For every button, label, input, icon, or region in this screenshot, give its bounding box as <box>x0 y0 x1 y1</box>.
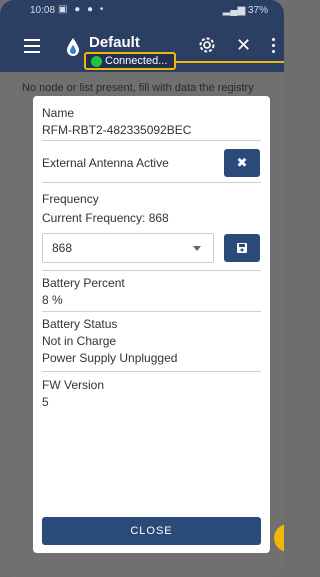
name-section: Name RFM-RBT2-482335092BEC <box>42 105 261 141</box>
chevron-down-icon <box>193 246 201 251</box>
current-frequency: Current Frequency: 868 <box>42 211 169 225</box>
gear-icon[interactable] <box>197 35 217 55</box>
fw-version-section: FW Version 5 <box>42 377 261 417</box>
frequency-select[interactable]: 868 <box>42 233 214 263</box>
save-icon <box>237 243 247 253</box>
power-supply-status: Power Supply Unplugged <box>42 351 178 365</box>
close-icon[interactable]: ✕ <box>236 35 251 56</box>
hamburger-menu-icon[interactable] <box>24 39 40 53</box>
notification-icons: ▣ ● ● • <box>58 4 106 15</box>
battery-percent-value: 8 % <box>42 293 63 307</box>
phone-screen: 10:08 ▣ ● ● • ▂▄▆ 37% Default Connected.… <box>0 0 284 577</box>
connection-status-badge[interactable]: Connected... <box>84 52 176 70</box>
connection-indicator-line <box>176 61 284 63</box>
app-title: Default <box>89 34 140 51</box>
close-button[interactable]: CLOSE <box>42 517 261 545</box>
battery-percent-status: 37% <box>247 5 268 16</box>
battery-status-section: Battery Status Not in Charge Power Suppl… <box>42 316 261 372</box>
status-time: 10:08 <box>30 5 56 16</box>
app-bar: Default Connected... ✕ <box>0 22 284 72</box>
antenna-toggle-button[interactable]: ✖ <box>224 149 260 177</box>
battery-charge-status: Not in Charge <box>42 334 117 348</box>
name-label: Name <box>42 106 75 120</box>
fw-version-label: FW Version <box>42 378 105 392</box>
signal-icon: ▂▄▆ <box>222 5 248 16</box>
status-bar: 10:08 ▣ ● ● • ▂▄▆ 37% <box>0 0 284 22</box>
battery-indicator: ▂▄▆ 37% <box>223 5 268 16</box>
name-value: RFM-RBT2-482335092BEC <box>42 123 192 137</box>
more-options-icon[interactable] <box>272 38 275 56</box>
battery-percent-section: Battery Percent 8 % <box>42 270 261 312</box>
frequency-select-value: 868 <box>52 241 73 255</box>
save-frequency-button[interactable] <box>224 234 260 262</box>
connection-status-text: Connected... <box>105 55 168 67</box>
water-drop-icon <box>67 38 79 56</box>
battery-status-label: Battery Status <box>42 317 118 331</box>
node-info-dialog: Name RFM-RBT2-482335092BEC External Ante… <box>33 96 270 553</box>
floating-action-button[interactable] <box>274 524 284 552</box>
fw-version-value: 5 <box>42 395 49 409</box>
frequency-label: Frequency <box>42 192 99 206</box>
battery-percent-label: Battery Percent <box>42 276 125 290</box>
status-dot-icon <box>91 56 102 67</box>
